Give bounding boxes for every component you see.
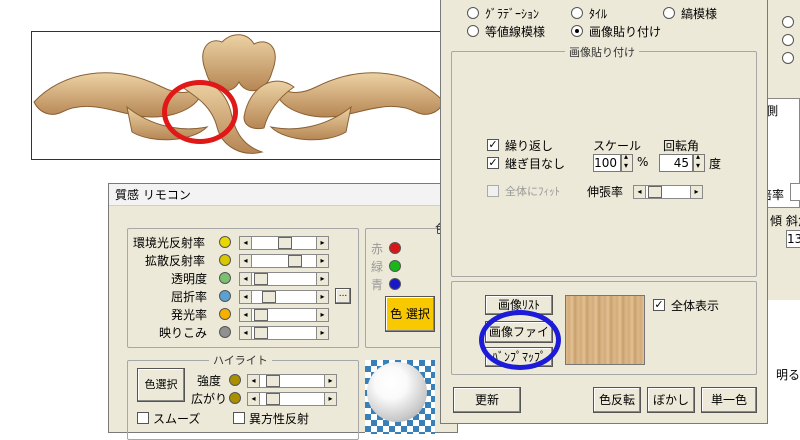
gradation-radio[interactable] bbox=[467, 7, 479, 19]
blue-dot-icon bbox=[389, 278, 401, 290]
green-dot-icon bbox=[389, 260, 401, 272]
diffuse-dot-icon bbox=[219, 254, 231, 266]
stripe-radio[interactable] bbox=[663, 7, 675, 19]
image-paste-group-label: 画像貼り付け bbox=[565, 44, 639, 60]
contour-radio[interactable] bbox=[467, 25, 479, 37]
refraction-slider[interactable]: ◂ ▸ bbox=[239, 290, 329, 304]
texture-preview-image bbox=[565, 295, 645, 365]
texture-remote-window: 質感 リモコン 環境光反射率 拡散反射率 透明度 屈折率 発光率 映りこみ ◂ ▸… bbox=[108, 183, 459, 440]
red-dot-icon bbox=[389, 242, 401, 254]
seamless-label: 継ぎ目なし bbox=[505, 157, 566, 171]
image-paste-label: 画像貼り付け bbox=[589, 25, 662, 39]
refraction-label: 屈折率 bbox=[171, 290, 208, 304]
spread-slider[interactable]: ◂ ▸ bbox=[247, 392, 337, 406]
blue-label: 青 bbox=[371, 278, 384, 292]
right-radio-1[interactable] bbox=[782, 16, 794, 28]
spread-dot-icon bbox=[229, 392, 241, 404]
right-radio-3[interactable] bbox=[782, 52, 794, 64]
scale-input[interactable]: 100 bbox=[593, 154, 621, 172]
texture-remote-title: 質感 リモコン bbox=[109, 184, 457, 206]
preview-sphere bbox=[367, 362, 427, 422]
gradation-label: ｸﾞﾗﾃﾞｰｼｮﾝ bbox=[485, 7, 540, 21]
transparency-label: 透明度 bbox=[171, 272, 208, 286]
rotation-spinner[interactable] bbox=[693, 152, 705, 172]
show-all-checkbox[interactable]: ✓ bbox=[653, 299, 665, 311]
rotation-input[interactable]: 45 bbox=[659, 154, 693, 172]
ratio-field[interactable] bbox=[790, 183, 800, 201]
reflection-label: 映りこみ bbox=[159, 326, 208, 340]
fit-checkbox[interactable] bbox=[487, 185, 499, 197]
transparency-dot-icon bbox=[219, 272, 231, 284]
reflection-dot-icon bbox=[219, 326, 231, 338]
rotation-label: 回転角 bbox=[663, 139, 700, 153]
ambient-slider[interactable]: ◂ ▸ bbox=[239, 236, 329, 250]
scale-spinner[interactable] bbox=[621, 152, 633, 172]
diffuse-label: 拡散反射率 bbox=[145, 254, 206, 268]
stripe-label: 縞模様 bbox=[681, 7, 718, 21]
intensity-dot-icon bbox=[229, 374, 241, 386]
green-label: 緑 bbox=[371, 260, 384, 274]
intensity-label: 強度 bbox=[197, 374, 222, 388]
annotation-blue-circle bbox=[479, 310, 561, 370]
highlight-group-label: ハイライト bbox=[209, 352, 272, 368]
stretch-label: 伸張率 bbox=[587, 185, 624, 199]
fit-label: 全体にﾌｨｯﾄ bbox=[505, 185, 560, 198]
diffuse-slider[interactable]: ◂ ▸ bbox=[239, 254, 329, 268]
anisotropic-checkbox[interactable] bbox=[233, 412, 245, 424]
ornament-image bbox=[33, 34, 444, 154]
degree-label: 度 bbox=[709, 157, 722, 171]
ambient-dot-icon bbox=[219, 236, 231, 248]
emission-label: 発光率 bbox=[171, 308, 208, 322]
tile-label: ﾀｲﾙ bbox=[589, 7, 608, 21]
spread-label: 広がり bbox=[191, 392, 228, 406]
transparency-slider[interactable]: ◂ ▸ bbox=[239, 272, 329, 286]
image-paste-radio[interactable] bbox=[571, 25, 583, 37]
repeat-label: 繰り返し bbox=[505, 139, 554, 153]
reflection-slider[interactable]: ◂ ▸ bbox=[239, 326, 329, 340]
stretch-slider[interactable]: ◂ ▸ bbox=[633, 185, 703, 199]
percent-label: % bbox=[637, 155, 649, 169]
ornament-canvas bbox=[31, 31, 445, 160]
emission-slider[interactable]: ◂ ▸ bbox=[239, 308, 329, 322]
seamless-checkbox[interactable]: ✓ bbox=[487, 157, 499, 169]
refraction-dot-icon bbox=[219, 290, 231, 302]
scale-label: スケール bbox=[593, 139, 642, 153]
ambient-label: 環境光反射率 bbox=[133, 236, 206, 250]
highlight-color-button[interactable]: 色選択 bbox=[137, 368, 185, 402]
show-all-label: 全体表示 bbox=[671, 299, 720, 313]
update-button[interactable]: 更新 bbox=[453, 387, 521, 413]
incline-label: 傾 斜角 bbox=[770, 214, 800, 228]
refraction-more-button[interactable]: ... bbox=[335, 288, 351, 304]
mono-color-button[interactable]: 単一色 bbox=[701, 387, 757, 413]
intensity-slider[interactable]: ◂ ▸ bbox=[247, 374, 337, 388]
repeat-checkbox[interactable]: ✓ bbox=[487, 139, 499, 151]
invert-color-button[interactable]: 色反転 bbox=[593, 387, 641, 413]
brightness-label: 明る bbox=[776, 368, 800, 382]
tile-radio[interactable] bbox=[571, 7, 583, 19]
right-radio-2[interactable] bbox=[782, 34, 794, 46]
red-label: 赤 bbox=[371, 242, 384, 256]
contour-label: 等値線模様 bbox=[485, 25, 546, 39]
blur-button[interactable]: ぼかし bbox=[647, 387, 695, 413]
emission-dot-icon bbox=[219, 308, 231, 320]
annotation-red-circle bbox=[162, 80, 238, 144]
smooth-checkbox[interactable] bbox=[137, 412, 149, 424]
incline-value[interactable]: 13 bbox=[786, 230, 800, 248]
color-select-button[interactable]: 色 選択 bbox=[385, 296, 435, 332]
